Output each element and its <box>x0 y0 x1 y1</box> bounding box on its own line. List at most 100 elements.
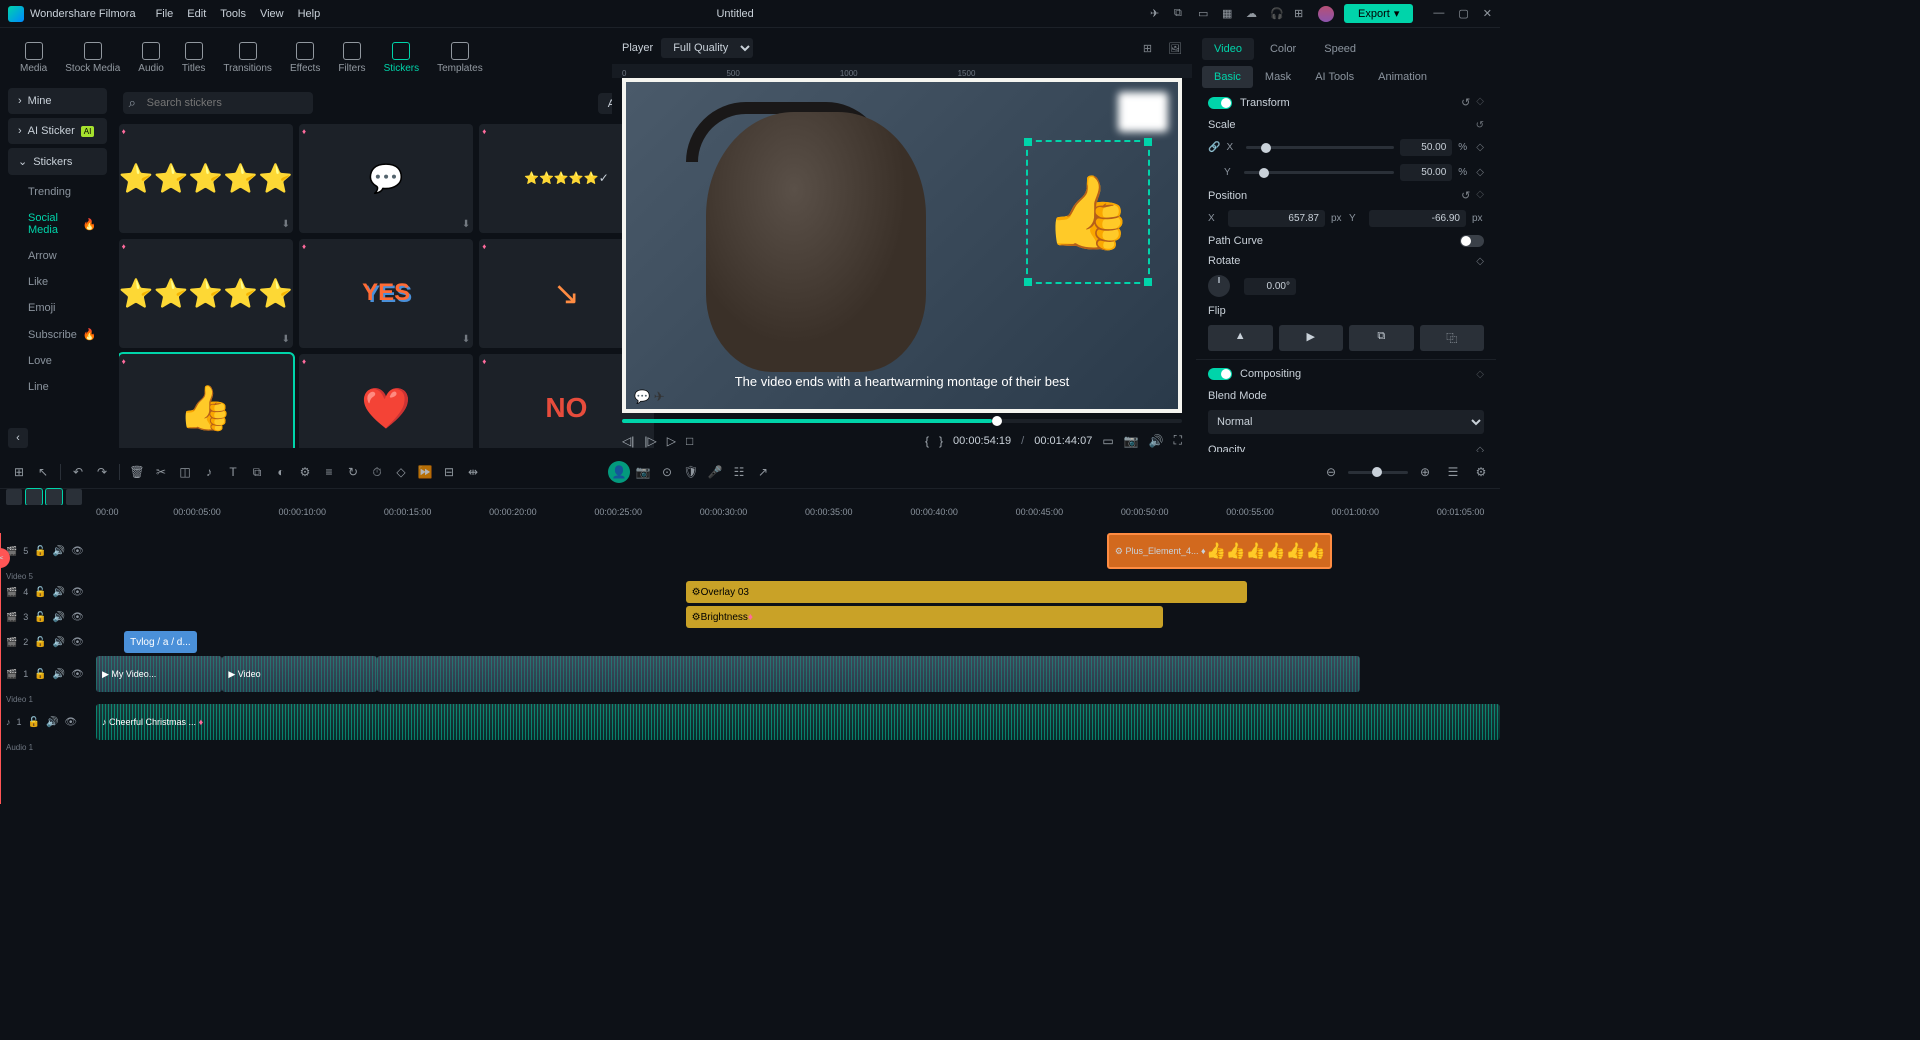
download-icon[interactable]: ⬇ <box>282 334 290 345</box>
blend-mode-select[interactable]: Normal <box>1208 410 1484 434</box>
tab-stickers[interactable]: Stickers <box>376 38 428 78</box>
volume-icon[interactable]: 🔊 <box>1149 434 1164 448</box>
tab-stock[interactable]: Stock Media <box>57 38 128 78</box>
window-icon[interactable]: ▭ <box>1198 7 1212 21</box>
subtab-animation[interactable]: Animation <box>1366 66 1439 88</box>
keyframe-icon[interactable]: ◇ <box>1476 445 1484 453</box>
resize-handle[interactable] <box>1024 278 1032 286</box>
reset-icon[interactable]: ↺ <box>1476 120 1484 131</box>
reset-icon[interactable]: ↺ <box>1461 96 1470 109</box>
resize-handle[interactable] <box>1144 278 1152 286</box>
sticker-bounding-box[interactable]: 👍 <box>1028 142 1148 282</box>
sticker-item[interactable]: ♦💬⬇ <box>299 124 473 233</box>
library-icon[interactable]: ▦ <box>1222 7 1236 21</box>
tl-color-icon[interactable]: ◐ <box>270 461 292 483</box>
clip-effect[interactable]: ⚙ Brightness ♦ <box>686 606 1163 628</box>
compositing-toggle[interactable] <box>1208 368 1232 380</box>
tab-media[interactable]: Media <box>12 38 55 78</box>
tl-magnet-icon[interactable] <box>6 489 22 505</box>
screen-icon[interactable]: ⧉ <box>1174 7 1188 21</box>
lock-icon[interactable]: 🔓 <box>34 669 46 680</box>
scale-x-input[interactable] <box>1400 139 1452 156</box>
prop-tab-video[interactable]: Video <box>1202 38 1254 60</box>
menu-help[interactable]: Help <box>298 8 321 20</box>
snapshot-icon[interactable]: 📷 <box>1124 434 1139 448</box>
search-input[interactable] <box>123 92 313 114</box>
eye-icon[interactable]: 👁 <box>71 546 84 557</box>
tl-select-icon[interactable]: ⊞ <box>8 461 30 483</box>
subcat-social-media[interactable]: Social Media 🔥 <box>8 205 107 243</box>
clip-marker[interactable]: T vlog / a / d... <box>124 631 197 653</box>
apps-icon[interactable]: ⊞ <box>1294 7 1308 21</box>
layout-icon[interactable]: ⊞ <box>1143 42 1152 55</box>
zoom-slider[interactable] <box>1348 471 1408 474</box>
sticker-item[interactable]: ♦❤️+ <box>299 354 473 448</box>
prop-tab-color[interactable]: Color <box>1258 38 1308 60</box>
sticker-item[interactable]: ♦YES⬇ <box>299 239 473 348</box>
tl-mixer-icon[interactable]: ☷ <box>728 461 750 483</box>
link-icon[interactable]: 🔗 <box>1208 142 1220 153</box>
tab-effects[interactable]: Effects <box>282 38 328 78</box>
sticker-item[interactable]: ♦⭐⭐⭐⭐⭐⬇ <box>119 124 293 233</box>
subcat-arrow[interactable]: Arrow <box>8 243 107 269</box>
menu-tools[interactable]: Tools <box>220 8 246 20</box>
sticker-item-selected[interactable]: ♦👍 <box>119 354 293 448</box>
cat-ai-sticker[interactable]: ›AI StickerAI <box>8 118 107 144</box>
tl-mic-icon[interactable]: 🎤 <box>704 461 726 483</box>
clip-video-1[interactable]: ▶ My Video... <box>96 656 222 692</box>
scale-y-slider[interactable] <box>1244 171 1394 174</box>
rotate-input[interactable] <box>1244 278 1296 295</box>
cat-mine[interactable]: ›Mine <box>8 88 107 114</box>
subtab-basic[interactable]: Basic <box>1202 66 1253 88</box>
display-icon[interactable]: ▭ <box>1102 434 1113 448</box>
pos-y-input[interactable] <box>1369 210 1466 227</box>
pos-x-input[interactable] <box>1228 210 1325 227</box>
clip-video-2[interactable]: ▶ Video <box>222 656 376 692</box>
eye-icon[interactable]: 👁 <box>64 717 77 728</box>
subcat-love[interactable]: Love <box>8 348 107 374</box>
reset-icon[interactable]: ↺ <box>1461 189 1470 202</box>
tl-tool-icon[interactable]: ⚙ <box>294 461 316 483</box>
tl-sync-icon[interactable] <box>46 489 62 505</box>
keyframe-icon[interactable]: ◇ <box>1476 96 1484 109</box>
timeline-ruler[interactable]: 00:00 00:00:05:00 00:00:10:00 00:00:15:0… <box>0 505 1500 533</box>
lock-icon[interactable]: 🔓 <box>34 637 46 648</box>
view-mode-icon[interactable]: ☰ <box>1442 461 1464 483</box>
eye-icon[interactable]: 👁 <box>71 587 84 598</box>
mute-icon[interactable]: 🔊 <box>53 637 65 648</box>
subcat-emoji[interactable]: Emoji <box>8 295 107 321</box>
tl-green-icon[interactable]: 👤 <box>608 461 630 483</box>
flip-copy-button[interactable]: ⧉ <box>1349 325 1414 351</box>
tl-music-icon[interactable]: ♪ <box>198 461 220 483</box>
subcat-line[interactable]: Line <box>8 374 107 400</box>
menu-edit[interactable]: Edit <box>187 8 206 20</box>
rotate-dial[interactable] <box>1208 275 1230 297</box>
mute-icon[interactable]: 🔊 <box>53 546 65 557</box>
bracket-in-icon[interactable]: { <box>925 434 929 448</box>
scale-y-input[interactable] <box>1400 164 1452 181</box>
tl-copy-icon[interactable]: ⧉ <box>246 461 268 483</box>
keyframe-icon[interactable]: ◇ <box>1476 142 1484 153</box>
send-icon[interactable]: ✈ <box>1150 7 1164 21</box>
tl-key-icon[interactable]: ◇ <box>390 461 412 483</box>
eye-icon[interactable]: 👁 <box>71 669 84 680</box>
tl-cut-icon[interactable]: ✂ <box>150 461 172 483</box>
tl-adjust-icon[interactable]: ≡ <box>318 461 340 483</box>
tl-crop-icon[interactable]: ◫ <box>174 461 196 483</box>
keyframe-icon[interactable]: ◇ <box>1476 369 1484 380</box>
flip-v-button[interactable]: ▶ <box>1279 325 1344 351</box>
tl-cursor-icon[interactable]: ↖ <box>32 461 54 483</box>
tl-cam-icon[interactable]: 📷 <box>632 461 654 483</box>
subtab-mask[interactable]: Mask <box>1253 66 1303 88</box>
prop-tab-speed[interactable]: Speed <box>1312 38 1368 60</box>
tl-rec-icon[interactable]: ⊙ <box>656 461 678 483</box>
sticker-item[interactable]: ♦⭐⭐⭐⭐⭐⬇ <box>119 239 293 348</box>
mute-icon[interactable]: 🔊 <box>53 669 65 680</box>
tl-delete-icon[interactable]: 🗑 <box>126 461 148 483</box>
clip-audio[interactable]: ♪ Cheerful Christmas ... ♦ <box>96 704 1500 740</box>
tab-transitions[interactable]: Transitions <box>215 38 280 78</box>
tl-undo-icon[interactable]: ↶ <box>67 461 89 483</box>
menu-file[interactable]: File <box>156 8 174 20</box>
bracket-out-icon[interactable]: } <box>939 434 943 448</box>
path-curve-toggle[interactable] <box>1460 235 1484 247</box>
